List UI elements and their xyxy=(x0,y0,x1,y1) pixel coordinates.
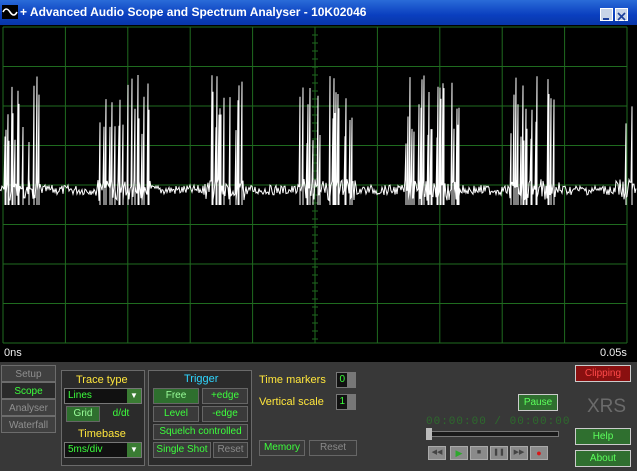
time-end-label: 0.05s xyxy=(600,347,627,359)
spinner-arrows-icon[interactable] xyxy=(347,373,355,387)
ddt-toggle[interactable]: d/dt xyxy=(104,406,138,422)
time-display: 00:00:00 / 00:00:00 xyxy=(426,416,571,428)
tab-waterfall[interactable]: Waterfall xyxy=(1,416,56,433)
close-button[interactable] xyxy=(615,8,628,21)
clipping-indicator: Clipping xyxy=(575,365,631,382)
spinner-arrows-icon[interactable] xyxy=(347,395,355,409)
trace-type-select[interactable]: Lines ▼ xyxy=(64,388,142,404)
trace-type-group: Trace type Lines ▼ Grid d/dt Timebase 5m… xyxy=(61,370,145,466)
trigger-free-button[interactable]: Free xyxy=(153,388,199,404)
rewind-icon[interactable]: ◀◀ xyxy=(428,446,446,460)
single-shot-button[interactable]: Single Shot xyxy=(153,442,211,458)
seek-handle[interactable] xyxy=(426,428,432,440)
time-markers-value: 0 xyxy=(339,374,345,385)
vertical-scale-value: 1 xyxy=(339,396,345,407)
trigger-pos-edge-button[interactable]: +edge xyxy=(202,388,248,404)
tab-scope[interactable]: Scope xyxy=(1,382,56,399)
timebase-heading: Timebase xyxy=(78,428,126,440)
minimize-button[interactable] xyxy=(600,8,613,21)
chevron-down-icon[interactable]: ▼ xyxy=(127,389,141,403)
about-button[interactable]: About xyxy=(575,450,631,467)
time-markers-spinner[interactable]: 0 xyxy=(336,372,356,388)
squelch-controlled-button[interactable]: Squelch controlled xyxy=(153,424,248,440)
memory-reset-button[interactable]: Reset xyxy=(309,440,357,456)
scope-display[interactable]: 0ns 0.05s xyxy=(0,25,637,362)
control-panel: Setup Scope Analyser Waterfall Trace typ… xyxy=(0,362,637,471)
grid-toggle[interactable]: Grid xyxy=(66,406,100,422)
play-icon[interactable]: ▶ xyxy=(450,446,468,460)
vertical-scale-spinner[interactable]: 1 xyxy=(336,394,356,410)
help-button[interactable]: Help xyxy=(575,428,631,445)
pause-button[interactable]: Pause xyxy=(518,394,558,411)
tab-setup[interactable]: Setup xyxy=(1,365,56,382)
pause-icon[interactable]: ❚❚ xyxy=(490,446,508,460)
trace-type-value: Lines xyxy=(68,390,92,401)
memory-button[interactable]: Memory xyxy=(259,440,305,456)
fast-forward-icon[interactable]: ▶▶ xyxy=(510,446,528,460)
trigger-reset-button[interactable]: Reset xyxy=(213,442,248,458)
trace-type-heading: Trace type xyxy=(76,374,128,386)
timebase-value: 5ms/div xyxy=(68,444,103,455)
sine-wave-icon[interactable] xyxy=(2,5,18,19)
window-title: + Advanced Audio Scope and Spectrum Anal… xyxy=(20,5,367,19)
seek-slider[interactable] xyxy=(426,431,559,437)
trigger-level-button[interactable]: Level xyxy=(153,406,199,422)
tab-analyser[interactable]: Analyser xyxy=(1,399,56,416)
time-start-label: 0ns xyxy=(4,347,22,359)
scope-grid-and-trace xyxy=(0,26,637,344)
title-bar: + Advanced Audio Scope and Spectrum Anal… xyxy=(0,0,637,25)
trigger-neg-edge-button[interactable]: -edge xyxy=(202,406,248,422)
brand-logo: XRS xyxy=(587,396,627,417)
time-markers-label: Time markers xyxy=(259,374,326,386)
vertical-scale-label: Vertical scale xyxy=(259,396,324,408)
record-icon[interactable]: ● xyxy=(530,446,548,460)
timebase-select[interactable]: 5ms/div ▼ xyxy=(64,442,142,458)
trigger-heading: Trigger xyxy=(184,373,219,385)
chevron-down-icon[interactable]: ▼ xyxy=(127,443,141,457)
trigger-group: Trigger Free +edge Level -edge Squelch c… xyxy=(148,370,252,466)
stop-icon[interactable]: ■ xyxy=(470,446,488,460)
